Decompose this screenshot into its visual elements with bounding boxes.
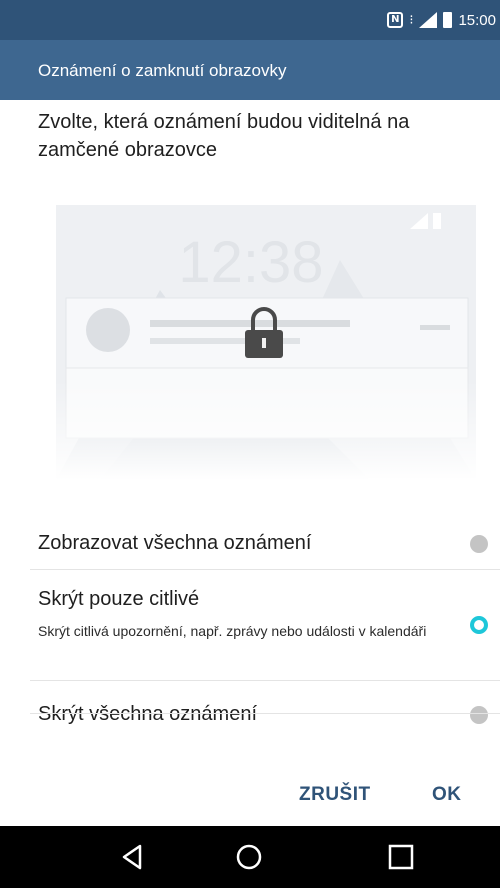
option-description: Skrýt citlivá upozornění, např. zprávy n… [38,623,427,639]
status-bar: N ⁝ 15:00 [0,0,500,40]
status-clock: 15:00 [458,11,496,29]
navigation-bar [0,826,500,888]
battery-icon [443,12,453,28]
illustration-clock: 12:38 [178,230,323,295]
radio-show-all[interactable] [470,535,488,553]
cancel-button[interactable]: ZRUŠIT [299,784,371,806]
back-icon[interactable] [116,840,150,874]
ok-button[interactable]: OK [432,784,462,806]
dialog-button-bar: ZRUŠIT OK [0,768,500,826]
option-hide-sensitive[interactable]: Skrýt pouze citlivé Skrýt citlivá upozor… [0,570,500,680]
vibrate-icon: ⁝ [409,12,414,28]
radio-hide-all[interactable] [470,706,488,724]
nfc-icon: N [387,12,404,28]
option-label: Zobrazovat všechna oznámení [38,532,312,554]
radio-hide-sensitive[interactable] [470,616,488,634]
option-label: Skrýt pouze citlivé [38,588,200,610]
option-hide-all[interactable]: Skrýt všechna oznámení [0,681,500,751]
instructions-heading: Zvolte, která oznámení budou viditelná n… [38,111,410,161]
signal-icon [419,12,438,28]
option-label: Skrýt všechna oznámení [38,703,257,725]
title-bar: Oznámení o zamknutí obrazovky [0,40,500,100]
page-title: Oznámení o zamknutí obrazovky [38,61,287,80]
home-icon[interactable] [232,840,266,874]
divider [30,713,500,714]
status-icons: N ⁝ 15:00 [387,10,496,30]
lockscreen-illustration: 12:38 [40,205,480,480]
recents-icon[interactable] [384,840,418,874]
